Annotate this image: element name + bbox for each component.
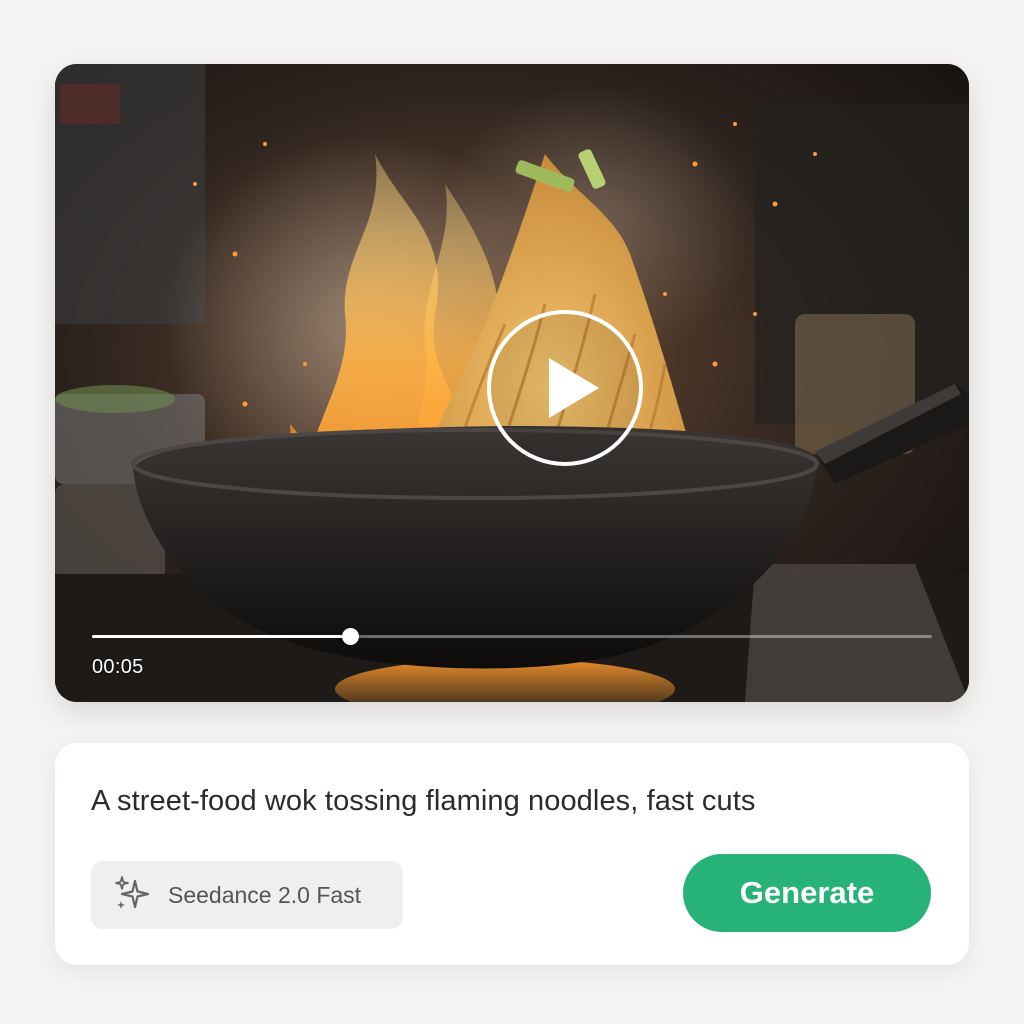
model-selector[interactable]: Seedance 2.0 Fast: [91, 861, 403, 929]
progress-handle[interactable]: [341, 628, 359, 645]
play-icon: [549, 358, 599, 418]
sparkle-icon: [115, 876, 150, 909]
page: 00:05 A street-food wok tossing flaming …: [0, 0, 1024, 1024]
prompt-input[interactable]: A street-food wok tossing flaming noodle…: [91, 785, 931, 818]
progress-fill: [92, 635, 350, 638]
video-player[interactable]: 00:05: [55, 64, 969, 702]
prompt-panel: A street-food wok tossing flaming noodle…: [55, 743, 969, 965]
generate-button[interactable]: Generate: [683, 854, 931, 932]
play-button[interactable]: [487, 310, 643, 466]
model-label: Seedance 2.0 Fast: [168, 881, 362, 908]
current-time: 00:05: [92, 656, 144, 678]
progress-bar[interactable]: [92, 628, 932, 645]
